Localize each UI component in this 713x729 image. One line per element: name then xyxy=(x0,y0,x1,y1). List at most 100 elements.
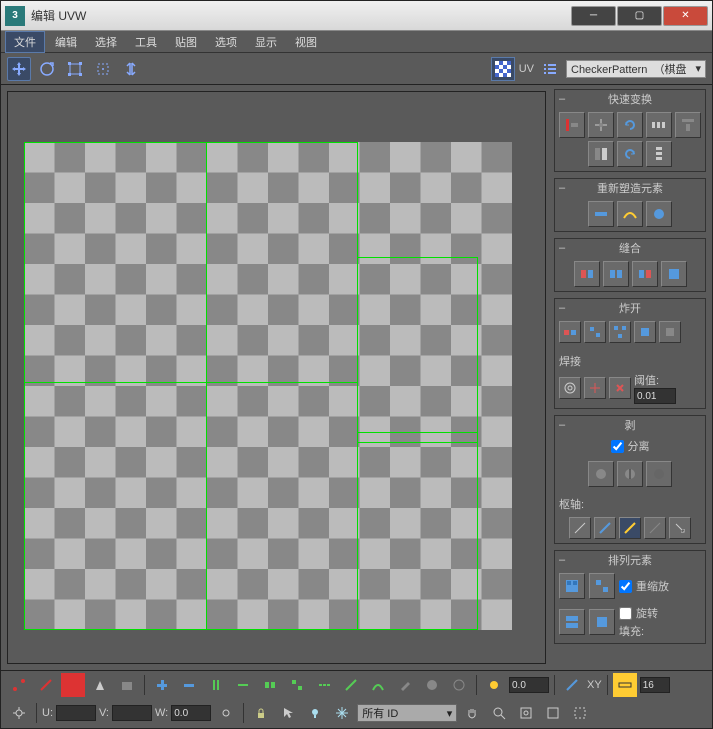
rescale-checkbox[interactable] xyxy=(619,580,632,593)
collapse-icon[interactable]: – xyxy=(559,93,565,105)
weld-target-button[interactable] xyxy=(559,377,581,399)
pivot5-button[interactable] xyxy=(669,517,691,539)
straighten-button[interactable] xyxy=(588,201,614,227)
menu-edit[interactable]: 编辑 xyxy=(47,32,85,52)
explode3-button[interactable] xyxy=(609,321,631,343)
spacing-v-button[interactable] xyxy=(646,141,672,167)
cursor-icon[interactable] xyxy=(276,701,300,725)
pack1-button[interactable] xyxy=(559,573,585,599)
snowflake-icon[interactable] xyxy=(330,701,354,725)
uv-edge[interactable] xyxy=(206,142,207,630)
brush-button[interactable] xyxy=(393,673,417,697)
pack3-button[interactable] xyxy=(559,609,585,635)
menu-display[interactable]: 显示 xyxy=(247,32,285,52)
freeform-tool[interactable] xyxy=(91,57,115,81)
link-icon[interactable] xyxy=(214,701,238,725)
vertex-mode[interactable] xyxy=(7,673,31,697)
peel3-button[interactable] xyxy=(646,461,672,487)
uv-edge[interactable] xyxy=(24,142,25,630)
v-input[interactable] xyxy=(112,705,152,721)
menu-tools[interactable]: 工具 xyxy=(127,32,165,52)
shrink-button[interactable] xyxy=(177,673,201,697)
pivot3-button[interactable] xyxy=(619,517,641,539)
uv-edge[interactable] xyxy=(24,629,357,630)
relax2-button[interactable] xyxy=(646,201,672,227)
menu-map[interactable]: 贴图 xyxy=(167,32,205,52)
uv-edge[interactable] xyxy=(357,442,477,443)
explode5-button[interactable] xyxy=(659,321,681,343)
menu-view[interactable]: 视图 xyxy=(287,32,325,52)
w-input[interactable] xyxy=(171,705,211,721)
align-left-button[interactable] xyxy=(559,112,585,138)
align-center-button[interactable] xyxy=(588,112,614,138)
collapse-icon[interactable]: – xyxy=(559,302,565,314)
collapse-icon[interactable]: – xyxy=(559,182,565,194)
menu-options[interactable]: 选项 xyxy=(207,32,245,52)
stitch3-button[interactable] xyxy=(632,261,658,287)
zoom-icon[interactable] xyxy=(487,701,511,725)
light-icon[interactable] xyxy=(303,701,327,725)
threshold-input[interactable] xyxy=(634,388,676,404)
checker-toggle[interactable] xyxy=(491,57,515,81)
peel2-button[interactable] xyxy=(617,461,643,487)
transform-icon[interactable] xyxy=(7,701,31,725)
edge-mode[interactable] xyxy=(34,673,58,697)
rotate-ccw-button[interactable] xyxy=(617,112,643,138)
align-top-button[interactable] xyxy=(675,112,701,138)
sun-button[interactable] xyxy=(482,673,506,697)
peel1-button[interactable] xyxy=(588,461,614,487)
rotate-cw-button[interactable] xyxy=(617,141,643,167)
weld-sel-button[interactable] xyxy=(584,377,606,399)
rotate-tool[interactable] xyxy=(35,57,59,81)
spacing-h-button[interactable] xyxy=(646,112,672,138)
minimize-button[interactable]: ─ xyxy=(571,6,616,26)
tool-b[interactable] xyxy=(285,673,309,697)
collapse-icon[interactable]: – xyxy=(559,554,565,566)
element-mode[interactable] xyxy=(88,673,112,697)
pivot1-button[interactable] xyxy=(569,517,591,539)
uv-edge[interactable] xyxy=(24,142,357,143)
zoomext-icon[interactable] xyxy=(514,701,538,725)
stitch1-button[interactable] xyxy=(574,261,600,287)
u-input[interactable] xyxy=(56,705,96,721)
scale-tool[interactable] xyxy=(63,57,87,81)
sphere-button[interactable] xyxy=(420,673,444,697)
explode1-button[interactable] xyxy=(559,321,581,343)
uv-edge[interactable] xyxy=(24,382,357,383)
collapse-icon[interactable]: – xyxy=(559,419,565,431)
stitch4-button[interactable] xyxy=(661,261,687,287)
poly-mode[interactable] xyxy=(115,673,139,697)
pivot2-button[interactable] xyxy=(594,517,616,539)
uv-edge[interactable] xyxy=(357,142,358,630)
id-select[interactable]: 所有 ID▾ xyxy=(357,704,457,722)
break-button[interactable] xyxy=(609,377,631,399)
circle-button[interactable] xyxy=(447,673,471,697)
frame-icon[interactable] xyxy=(541,701,565,725)
explode4-button[interactable] xyxy=(634,321,656,343)
tool-d[interactable] xyxy=(339,673,363,697)
collapse-icon[interactable]: – xyxy=(559,242,565,254)
uv-edge[interactable] xyxy=(357,257,477,258)
grow-button[interactable] xyxy=(150,673,174,697)
rotate-checkbox[interactable] xyxy=(619,607,632,620)
uv-edge[interactable] xyxy=(357,432,477,433)
pack4-button[interactable] xyxy=(589,609,615,635)
uv-edge[interactable] xyxy=(357,629,477,630)
detach-checkbox[interactable] xyxy=(611,440,624,453)
spinner-input[interactable] xyxy=(640,677,670,693)
relax-button[interactable] xyxy=(617,201,643,227)
zoomregion-icon[interactable] xyxy=(568,701,592,725)
tool-a[interactable] xyxy=(258,673,282,697)
viewport[interactable] xyxy=(7,91,546,664)
lock-icon[interactable] xyxy=(249,701,273,725)
tool-e[interactable] xyxy=(366,673,390,697)
uv-edge[interactable] xyxy=(477,257,478,630)
menu-select[interactable]: 选择 xyxy=(87,32,125,52)
ring-button[interactable] xyxy=(204,673,228,697)
list-icon[interactable] xyxy=(538,57,562,81)
maximize-button[interactable]: ▢ xyxy=(617,6,662,26)
close-button[interactable]: ✕ xyxy=(663,6,708,26)
edge-tool[interactable] xyxy=(560,673,584,697)
explode2-button[interactable] xyxy=(584,321,606,343)
face-mode[interactable] xyxy=(61,673,85,697)
